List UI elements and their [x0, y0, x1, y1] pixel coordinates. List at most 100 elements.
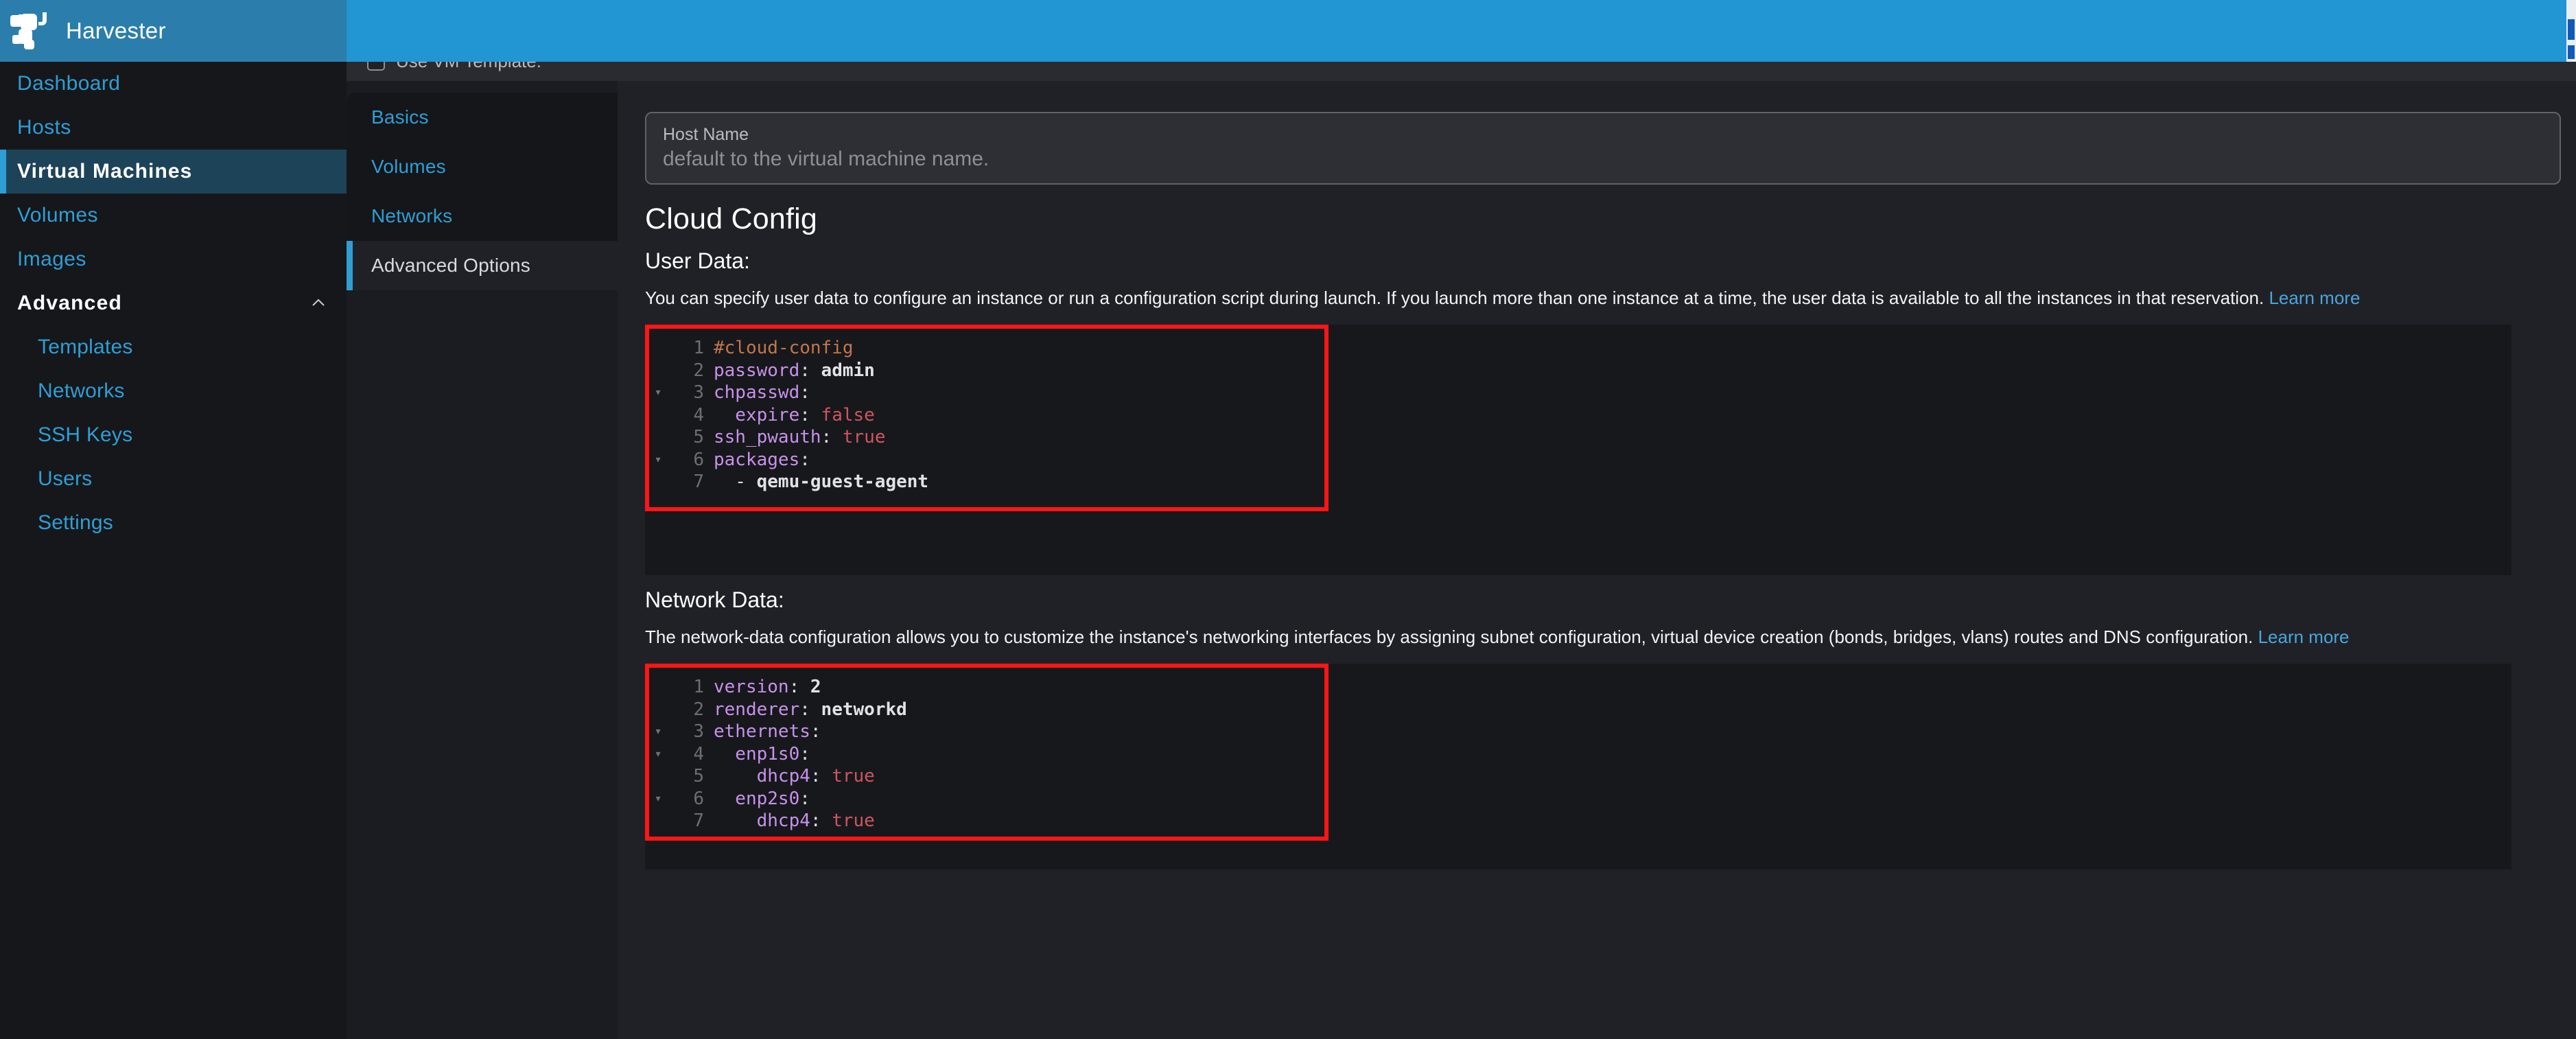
code-text: #cloud-config	[714, 338, 854, 358]
line-number: 2	[693, 699, 704, 720]
user-data-description-text: You can specify user data to configure a…	[645, 288, 2269, 308]
line-number: 3	[693, 721, 704, 742]
tab-advanced-options[interactable]: Advanced Options	[347, 241, 618, 290]
line-number: 7	[693, 810, 704, 831]
line-number: 4	[693, 404, 704, 425]
host-name-field[interactable]: Host Name default to the virtual machine…	[645, 112, 2561, 185]
sidebar-item-dashboard[interactable]: Dashboard	[0, 62, 347, 106]
sidebar-item-volumes[interactable]: Volumes	[0, 194, 347, 237]
code-line: ▾ 4 enp1s0:	[645, 743, 2511, 766]
code-text: version: 2	[714, 677, 821, 697]
form-body: Basics Volumes Networks Advanced Options	[347, 81, 2576, 1039]
line-number: 6	[693, 788, 704, 809]
host-name-input[interactable]: default to the virtual machine name.	[663, 145, 2543, 174]
network-data-learn-more-link[interactable]: Learn more	[2258, 627, 2350, 647]
fold-toggle-icon[interactable]: ▾	[645, 449, 671, 471]
tab-networks[interactable]: Networks	[347, 191, 618, 241]
code-text: packages:	[714, 449, 810, 470]
sidebar-item-ssh-keys[interactable]: SSH Keys	[0, 413, 347, 457]
network-data-description-text: The network-data configuration allows yo…	[645, 627, 2258, 647]
sidebar-item-label: Users	[38, 467, 93, 490]
code-text: dhcp4: true	[714, 766, 875, 786]
brand-name: Harvester	[66, 18, 166, 43]
code-text: enp1s0:	[714, 743, 810, 764]
tab-volumes[interactable]: Volumes	[347, 142, 618, 191]
user-data-description: You can specify user data to configure a…	[645, 286, 2511, 310]
code-text: ethernets:	[714, 721, 821, 742]
page-scrollbar[interactable]	[2566, 0, 2576, 62]
network-data-code[interactable]: 1 version: 2 2 renderer: networkd ▾ 3 ethernet…	[645, 664, 2511, 832]
sidebar-item-settings[interactable]: Settings	[0, 501, 347, 545]
tab-label: Networks	[371, 205, 453, 226]
sidebar-item-label: Virtual Machines	[17, 160, 193, 183]
code-text: renderer: networkd	[714, 699, 907, 720]
fold-toggle-icon[interactable]: ▾	[645, 721, 671, 743]
sidebar-item-label: Templates	[38, 336, 133, 358]
form-tab-column: Basics Volumes Networks Advanced Options	[347, 81, 618, 1039]
sidebar-item-users[interactable]: Users	[0, 457, 347, 501]
network-data-description: The network-data configuration allows yo…	[645, 625, 2511, 649]
sidebar-item-label: Advanced	[17, 292, 122, 314]
code-line: 2 renderer: networkd	[645, 699, 2511, 721]
user-data-learn-more-link[interactable]: Learn more	[2269, 288, 2360, 308]
main-region: Use VM Template: Basics Volumes Networks	[347, 0, 2576, 1039]
sidebar-item-images[interactable]: Images	[0, 237, 347, 281]
code-text: - qemu-guest-agent	[714, 471, 929, 492]
user-data-heading: User Data:	[645, 248, 750, 273]
code-text: expire: false	[714, 404, 875, 425]
tab-basics[interactable]: Basics	[347, 93, 618, 142]
fold-toggle-icon[interactable]: ▾	[645, 382, 671, 404]
code-text: password: admin	[714, 360, 875, 381]
use-vm-template-label: Use VM Template:	[396, 62, 541, 72]
fold-toggle-icon[interactable]: ▾	[645, 788, 671, 810]
line-number: 1	[693, 338, 704, 358]
code-line: ▾ 6 packages:	[645, 449, 2511, 471]
use-vm-template-row: Use VM Template:	[347, 62, 2576, 81]
code-line: ▾ 3 ethernets:	[645, 721, 2511, 743]
sidebar-nav: Dashboard Hosts Virtual Machines Volumes…	[0, 62, 347, 545]
sidebar-item-networks[interactable]: Networks	[0, 369, 347, 413]
network-data-editor[interactable]: 1 version: 2 2 renderer: networkd ▾ 3 ethernet…	[645, 664, 2511, 869]
code-text: ssh_pwauth: true	[714, 427, 886, 447]
sidebar-group-advanced[interactable]: Advanced	[0, 281, 347, 325]
sidebar-item-label: Networks	[38, 380, 125, 402]
harvester-app-window: Harvester Dashboard Hosts Virtual Machin…	[0, 0, 2576, 1039]
network-data-heading: Network Data:	[645, 587, 784, 612]
use-vm-template-checkbox[interactable]	[367, 62, 385, 71]
line-number: 7	[693, 471, 704, 492]
cloud-config-heading: Cloud Config	[645, 202, 817, 235]
tab-label: Volumes	[371, 156, 446, 177]
scrollbar-thumb[interactable]	[2568, 19, 2575, 40]
sidebar-item-templates[interactable]: Templates	[0, 325, 347, 369]
sidebar-item-virtual-machines[interactable]: Virtual Machines	[0, 150, 347, 194]
code-text: enp2s0:	[714, 788, 810, 809]
main-sidebar: Harvester Dashboard Hosts Virtual Machin…	[0, 0, 347, 1039]
chevron-up-icon	[309, 294, 327, 312]
fold-toggle-icon[interactable]: ▾	[645, 743, 671, 766]
sidebar-item-label: SSH Keys	[38, 423, 133, 446]
user-data-code[interactable]: 1 #cloud-config 2 password: admin ▾ 3 chpasswd…	[645, 325, 2511, 493]
code-line: 4 expire: false	[645, 404, 2511, 427]
form-tab-list: Basics Volumes Networks Advanced Options	[347, 93, 618, 290]
host-name-label: Host Name	[663, 125, 749, 144]
top-header-bar	[347, 0, 2576, 62]
code-text: dhcp4: true	[714, 810, 875, 831]
sidebar-item-label: Hosts	[17, 116, 71, 139]
sidebar-item-hosts[interactable]: Hosts	[0, 106, 347, 150]
brand-header[interactable]: Harvester	[0, 0, 347, 62]
sidebar-item-label: Dashboard	[17, 72, 121, 95]
harvester-bull-logo-icon	[10, 10, 52, 51]
line-number: 4	[693, 743, 704, 764]
user-data-editor[interactable]: 1 #cloud-config 2 password: admin ▾ 3 chpasswd…	[645, 325, 2511, 575]
sidebar-item-label: Images	[17, 248, 86, 270]
sidebar-item-label: Settings	[38, 511, 113, 534]
scrollbar-thumb-secondary[interactable]	[2568, 45, 2575, 59]
code-line: 5 dhcp4: true	[645, 765, 2511, 788]
line-number: 6	[693, 449, 704, 470]
code-line: 7 dhcp4: true	[645, 810, 2511, 832]
line-number: 2	[693, 360, 704, 381]
code-line: ▾ 6 enp2s0:	[645, 788, 2511, 810]
line-number: 5	[693, 427, 704, 447]
code-text: chpasswd:	[714, 382, 810, 403]
tab-label: Advanced Options	[371, 255, 531, 276]
